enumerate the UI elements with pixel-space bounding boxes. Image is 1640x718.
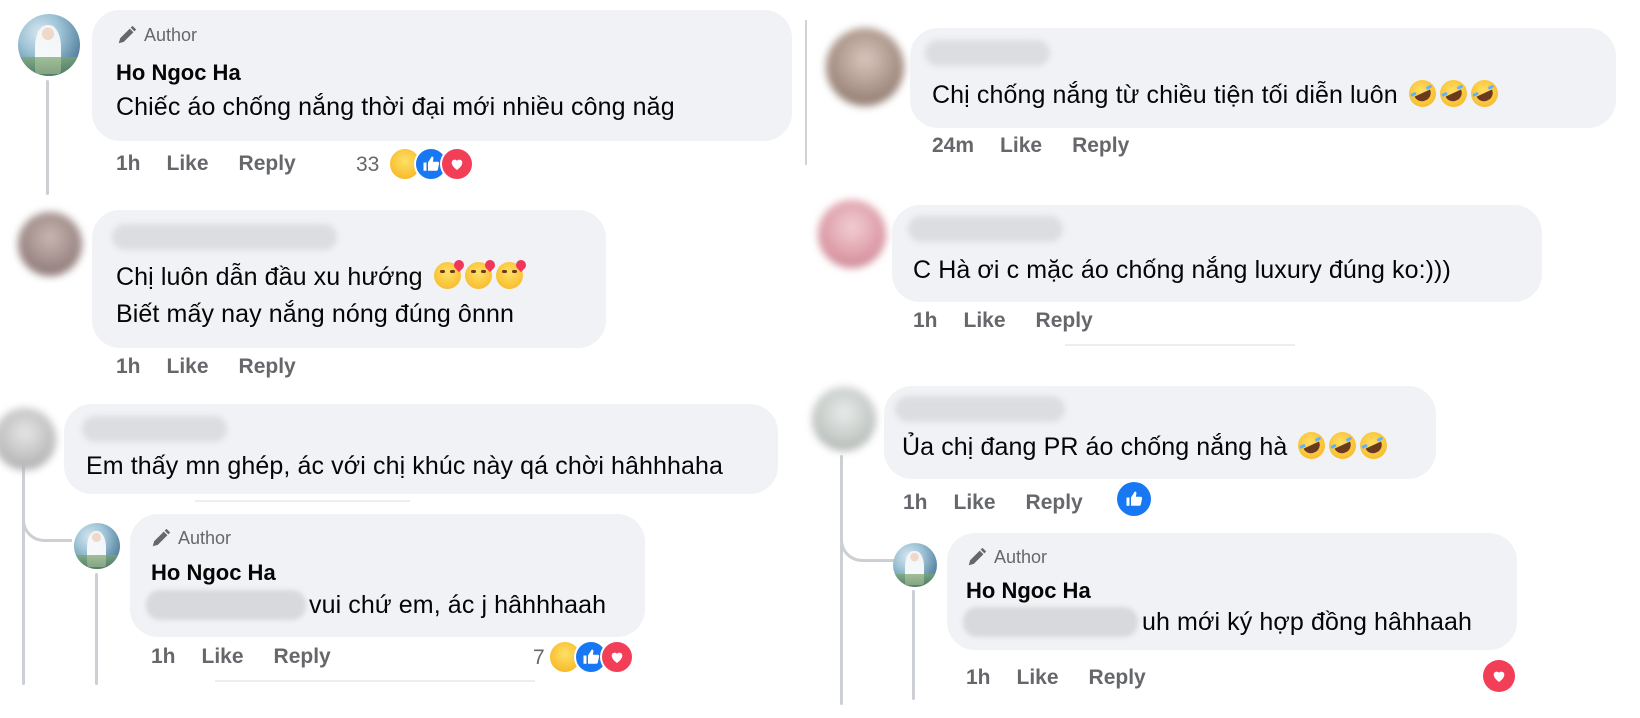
thread-line <box>46 80 49 195</box>
author-label: Author <box>994 546 1048 567</box>
reply-actions: 1h Like Reply <box>966 666 1176 690</box>
comment-time[interactable]: 1h <box>903 491 928 515</box>
panel-divider <box>805 20 807 165</box>
comment-text: Chiếc áo chống nắng thời đại mới nhiều c… <box>116 93 675 121</box>
reply-button[interactable]: Reply <box>1089 666 1146 690</box>
reply-button[interactable]: Reply <box>1026 491 1083 515</box>
reply-actions: 1h Like Reply <box>151 645 361 669</box>
reply-time[interactable]: 1h <box>151 645 176 669</box>
like-button[interactable]: Like <box>167 355 209 379</box>
reply-button[interactable]: Reply <box>274 645 331 669</box>
comment-text-content: Chị chống nắng từ chiều tiện tối diễn lu… <box>932 81 1398 109</box>
comment-actions: 1h Like Reply <box>903 491 1113 515</box>
like-button[interactable]: Like <box>1017 666 1059 690</box>
commenter-avatar[interactable] <box>812 387 876 451</box>
author-badge: Author <box>116 24 197 46</box>
commenter-name[interactable]: Ho Ngoc Ha <box>151 560 276 586</box>
commenter-name-redacted[interactable] <box>925 40 1050 66</box>
like-button[interactable]: Like <box>1000 134 1042 158</box>
rofl-emoji-icon <box>1324 427 1361 464</box>
reply-time[interactable]: 1h <box>966 666 991 690</box>
comment-time[interactable]: 1h <box>116 355 141 379</box>
like-button[interactable]: Like <box>167 152 209 176</box>
pencil-icon <box>968 547 987 566</box>
like-button[interactable]: Like <box>202 645 244 669</box>
rofl-emoji-icon <box>1466 75 1503 112</box>
rofl-emoji-icon <box>1404 75 1441 112</box>
author-avatar[interactable] <box>893 543 937 587</box>
comment-text: Chị luôn dẫn đầu xu hướng <box>116 262 523 292</box>
comment-actions: 24m Like Reply <box>932 134 1159 158</box>
love-reaction-icon[interactable] <box>1483 660 1515 692</box>
pencil-icon <box>118 25 137 44</box>
kissing-heart-emoji-icon <box>433 262 461 289</box>
separator <box>215 680 535 682</box>
commenter-avatar[interactable] <box>818 200 886 268</box>
commenter-avatar[interactable] <box>18 212 82 276</box>
reply-button[interactable]: Reply <box>1036 309 1093 333</box>
like-button[interactable]: Like <box>964 309 1006 333</box>
separator <box>1065 344 1295 346</box>
comment-actions: 1h Like Reply <box>913 309 1123 333</box>
comment-text: C Hà ơi c mặc áo chống nắng luxury đúng … <box>913 256 1451 284</box>
comment-text-line1: Chị luôn dẫn đầu xu hướng <box>116 263 423 291</box>
separator <box>195 500 410 502</box>
reaction-count[interactable]: 33 <box>356 153 379 177</box>
reply-text: vui chứ em, ác j hâhhhaah <box>309 591 607 619</box>
love-reaction-icon <box>440 147 474 181</box>
comment-time[interactable]: 1h <box>116 152 141 176</box>
like-reaction-icon[interactable] <box>1117 482 1151 516</box>
reply-text: uh mới ký hợp đồng hâhhaah <box>1142 608 1473 636</box>
commenter-name[interactable]: Ho Ngoc Ha <box>966 578 1091 604</box>
comment-text-line2: Biết mấy nay nắng nóng đúng ônnn <box>116 300 514 328</box>
comment-actions: 1h Like Reply <box>116 152 326 176</box>
author-badge: Author <box>150 527 231 549</box>
thread-connector <box>22 470 72 542</box>
author-label: Author <box>178 527 232 548</box>
kissing-heart-emoji-icon <box>495 262 523 289</box>
reply-button[interactable]: Reply <box>239 152 296 176</box>
commenter-avatar[interactable] <box>826 28 904 106</box>
kissing-heart-emoji-icon <box>464 262 492 289</box>
comment-text-content: Ủa chị đang PR áo chống nắng hà <box>902 433 1288 461</box>
rofl-emoji-icon <box>1355 427 1392 464</box>
comment-actions: 1h Like Reply <box>116 355 326 379</box>
rofl-emoji-icon <box>1435 75 1472 112</box>
thread-connector <box>840 490 894 562</box>
commenter-avatar[interactable] <box>0 408 56 470</box>
comment-time[interactable]: 1h <box>913 309 938 333</box>
commenter-name-redacted[interactable] <box>112 224 337 250</box>
pencil-icon <box>152 528 171 547</box>
mention-redacted[interactable] <box>963 607 1138 637</box>
comment-time[interactable]: 24m <box>932 134 974 158</box>
reply-button[interactable]: Reply <box>1072 134 1129 158</box>
comment-text: Ủa chị đang PR áo chống nắng hà <box>902 427 1392 464</box>
comment-text: Em thấy mn ghép, ác với chị khúc này qá … <box>86 452 724 480</box>
commenter-name-redacted[interactable] <box>82 416 227 442</box>
commenter-name[interactable]: Ho Ngoc Ha <box>116 60 241 86</box>
author-avatar[interactable] <box>18 14 80 76</box>
love-reaction-icon <box>600 640 634 674</box>
reaction-summary[interactable] <box>548 640 634 674</box>
thread-line <box>95 573 98 685</box>
author-label: Author <box>144 24 198 45</box>
reply-button[interactable]: Reply <box>239 355 296 379</box>
author-avatar[interactable] <box>74 523 120 569</box>
comment-text: Chị chống nắng từ chiều tiện tối diễn lu… <box>932 75 1503 112</box>
mention-redacted[interactable] <box>146 590 306 620</box>
author-badge: Author <box>966 546 1047 568</box>
reaction-summary[interactable] <box>388 147 474 181</box>
reaction-count[interactable]: 7 <box>533 646 545 670</box>
like-button[interactable]: Like <box>954 491 996 515</box>
thread-line <box>912 590 915 700</box>
rofl-emoji-icon <box>1293 427 1330 464</box>
commenter-name-redacted[interactable] <box>908 216 1063 242</box>
commenter-name-redacted[interactable] <box>895 396 1065 422</box>
